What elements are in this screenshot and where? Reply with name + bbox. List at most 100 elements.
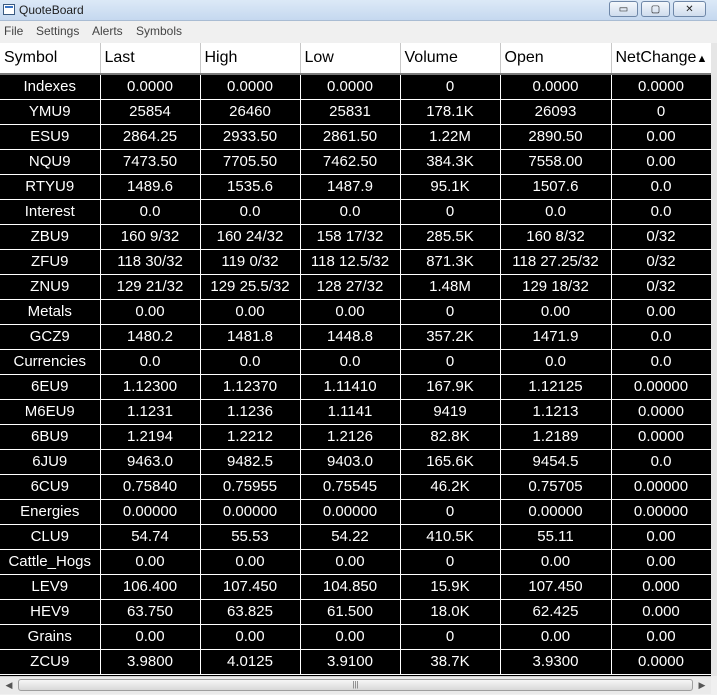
cell-high: 0.00000 — [200, 499, 301, 525]
cell-open: 3.9300 — [500, 649, 612, 675]
table-row[interactable]: Grains 0.00 0.00 0.00 0 0.00 0.00 — [0, 624, 711, 650]
cell-high: 129 25.5/32 — [200, 274, 301, 300]
cell-symbol: 6JU9 — [0, 449, 101, 475]
column-header-volume[interactable]: Volume — [400, 43, 501, 75]
cell-symbol: ZBU9 — [0, 224, 101, 250]
cell-symbol: LEV9 — [0, 574, 101, 600]
menu-alerts[interactable]: Alerts — [92, 24, 123, 38]
table-row[interactable]: Interest 0.0 0.0 0.0 0 0.0 0.0 — [0, 199, 711, 225]
table-row[interactable]: HEV9 63.750 63.825 61.500 18.0K 62.425 0.000 — [0, 599, 711, 625]
scroll-left-icon[interactable]: ◀ — [2, 679, 16, 692]
cell-symbol: Currencies — [0, 349, 101, 375]
cell-open: 1.1213 — [500, 399, 612, 425]
column-header-last[interactable]: Last — [100, 43, 201, 75]
cell-netchange: 0.00 — [611, 624, 711, 650]
maximize-button[interactable]: ▢ — [641, 1, 670, 17]
cell-volume: 0 — [400, 299, 501, 325]
table-row[interactable]: YMU9 25854 26460 25831 178.1K 26093 0 — [0, 99, 711, 125]
quote-grid: Symbol Last High Low Volume Open NetChan… — [0, 43, 711, 676]
menu-symbols[interactable]: Symbols — [136, 24, 182, 38]
cell-open: 0.00 — [500, 624, 612, 650]
table-row[interactable]: ZCU9 3.9800 4.0125 3.9100 38.7K 3.9300 0.0000 — [0, 649, 711, 675]
cell-low: 0.0 — [300, 349, 401, 375]
column-header-open[interactable]: Open — [500, 43, 612, 75]
cell-low: 1.1141 — [300, 399, 401, 425]
cell-volume: 871.3K — [400, 249, 501, 275]
table-row[interactable]: LEV9 106.400 107.450 104.850 15.9K 107.450 0.0… — [0, 574, 711, 600]
table-row[interactable]: ZFU9 118 30/32 119 0/32 118 12.5/32 871.3K 11… — [0, 249, 711, 275]
cell-low: 158 17/32 — [300, 224, 401, 250]
cell-last: 0.00000 — [100, 499, 201, 525]
close-button[interactable]: ✕ — [673, 1, 706, 17]
cell-symbol: Grains — [0, 624, 101, 650]
cell-last: 54.74 — [100, 524, 201, 550]
column-header-high[interactable]: High — [200, 43, 301, 75]
cell-last: 63.750 — [100, 599, 201, 625]
cell-symbol: HEV9 — [0, 599, 101, 625]
vertical-scrollbar[interactable] — [711, 43, 717, 676]
cell-volume: 410.5K — [400, 524, 501, 550]
cell-netchange: 0.00 — [611, 549, 711, 575]
cell-low: 1448.8 — [300, 324, 401, 350]
table-row[interactable]: ZNU9 129 21/32 129 25.5/32 128 27/32 1.48M 12… — [0, 274, 711, 300]
column-header-low[interactable]: Low — [300, 43, 401, 75]
cell-high: 1.2212 — [200, 424, 301, 450]
cell-high: 1.1236 — [200, 399, 301, 425]
cell-last: 118 30/32 — [100, 249, 201, 275]
cell-high: 0.00 — [200, 624, 301, 650]
cell-symbol: YMU9 — [0, 99, 101, 125]
cell-low: 3.9100 — [300, 649, 401, 675]
cell-volume: 95.1K — [400, 174, 501, 200]
quote-table: Symbol Last High Low Volume Open NetChan… — [0, 43, 711, 675]
table-row[interactable]: CLU9 54.74 55.53 54.22 410.5K 55.11 0.00 — [0, 524, 711, 550]
table-row[interactable]: ZBU9 160 9/32 160 24/32 158 17/32 285.5K 160 … — [0, 224, 711, 250]
cell-volume: 165.6K — [400, 449, 501, 475]
minimize-button[interactable]: ▭ — [609, 1, 638, 17]
horizontal-scrollbar[interactable]: ◀ ||| ▶ — [0, 676, 711, 694]
cell-last: 0.0 — [100, 199, 201, 225]
cell-high: 0.0 — [200, 199, 301, 225]
cell-last: 1489.6 — [100, 174, 201, 200]
scrollbar-thumb[interactable]: ||| — [18, 679, 693, 691]
cell-high: 0.00 — [200, 299, 301, 325]
menu-file[interactable]: File — [4, 24, 23, 38]
table-row[interactable]: 6EU9 1.12300 1.12370 1.11410 167.9K 1.12125 0.… — [0, 374, 711, 400]
cell-symbol: 6BU9 — [0, 424, 101, 450]
table-row[interactable]: 6JU9 9463.0 9482.5 9403.0 165.6K 9454.5 0.0 — [0, 449, 711, 475]
table-row[interactable]: ESU9 2864.25 2933.50 2861.50 1.22M 2890.50 0.0… — [0, 124, 711, 150]
table-row[interactable]: Metals 0.00 0.00 0.00 0 0.00 0.00 — [0, 299, 711, 325]
cell-netchange: 0.0000 — [611, 74, 711, 100]
cell-volume: 1.22M — [400, 124, 501, 150]
table-row[interactable]: Energies 0.00000 0.00000 0.00000 0 0.00000 0.0… — [0, 499, 711, 525]
table-row[interactable]: 6BU9 1.2194 1.2212 1.2126 82.8K 1.2189 0.0000 — [0, 424, 711, 450]
cell-last: 160 9/32 — [100, 224, 201, 250]
cell-open: 2890.50 — [500, 124, 612, 150]
table-row[interactable]: Indexes 0.0000 0.0000 0.0000 0 0.0000 0.0000 — [0, 74, 711, 100]
cell-netchange: 0/32 — [611, 249, 711, 275]
close-icon: ✕ — [685, 3, 694, 15]
menu-settings[interactable]: Settings — [36, 24, 79, 38]
cell-symbol: CLU9 — [0, 524, 101, 550]
cell-symbol: Energies — [0, 499, 101, 525]
cell-high: 1.12370 — [200, 374, 301, 400]
column-header-netchange[interactable]: NetChange▲ — [611, 43, 711, 75]
cell-netchange: 0.00000 — [611, 474, 711, 500]
scroll-right-icon[interactable]: ▶ — [695, 679, 709, 692]
cell-low: 61.500 — [300, 599, 401, 625]
table-row[interactable]: Currencies 0.0 0.0 0.0 0 0.0 0.0 — [0, 349, 711, 375]
cell-netchange: 0.00 — [611, 524, 711, 550]
table-row[interactable]: NQU9 7473.50 7705.50 7462.50 384.3K 7558.00 0.… — [0, 149, 711, 175]
cell-volume: 0 — [400, 624, 501, 650]
cell-netchange: 0.0000 — [611, 424, 711, 450]
table-row[interactable]: Cattle_Hogs 0.00 0.00 0.00 0 0.00 0.00 — [0, 549, 711, 575]
cell-volume: 0 — [400, 349, 501, 375]
column-header-symbol[interactable]: Symbol — [0, 43, 101, 75]
cell-high: 2933.50 — [200, 124, 301, 150]
table-row[interactable]: M6EU9 1.1231 1.1236 1.1141 9419 1.1213 0.0000 — [0, 399, 711, 425]
cell-low: 2861.50 — [300, 124, 401, 150]
cell-netchange: 0.00 — [611, 149, 711, 175]
table-row[interactable]: GCZ9 1480.2 1481.8 1448.8 357.2K 1471.9 0.0 — [0, 324, 711, 350]
cell-low: 0.0000 — [300, 74, 401, 100]
table-row[interactable]: 6CU9 0.75840 0.75955 0.75545 46.2K 0.75705 0.0… — [0, 474, 711, 500]
table-row[interactable]: RTYU9 1489.6 1535.6 1487.9 95.1K 1507.6 0.0 — [0, 174, 711, 200]
